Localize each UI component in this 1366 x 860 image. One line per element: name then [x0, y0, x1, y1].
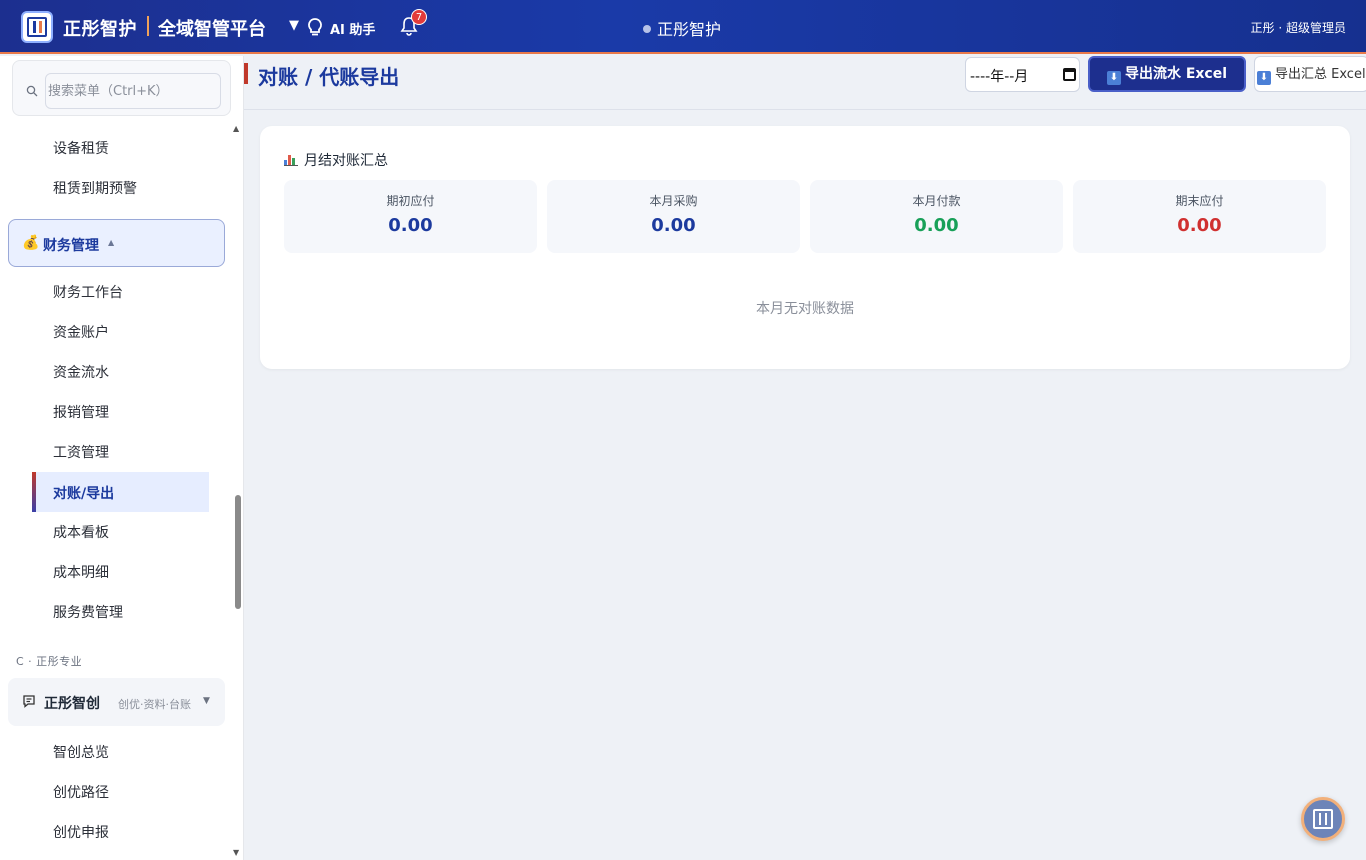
download-icon: ⬇ [1257, 71, 1271, 85]
brand-divider [147, 16, 149, 36]
center-title: 正彤智护 [657, 20, 722, 39]
chevron-down-icon[interactable]: ▼ [289, 18, 299, 33]
sidebar-item-service-fee[interactable]: 服务费管理 [53, 602, 123, 622]
platform-name: 全域智管平台 [158, 19, 266, 40]
sidebar-item-excellence-path[interactable]: 创优路径 [53, 782, 109, 802]
sidebar-item-fund-flow[interactable]: 资金流水 [53, 362, 109, 382]
brand-name: 正彤智护 [63, 19, 137, 40]
sidebar-group-zhichuang[interactable]: 正彤智创 创优·资料·台账 ▼ [8, 678, 225, 726]
sidebar-item-reimbursement[interactable]: 报销管理 [53, 402, 109, 422]
sidebar-group-zhichuang-label: 正彤智创 [44, 696, 100, 712]
notification-badge[interactable]: 7 [411, 9, 427, 25]
sidebar-item-rental-expiry-alert[interactable]: 租赁到期预警 [53, 178, 137, 198]
stat-value: 0.00 [914, 215, 959, 236]
section-label: C · 正彤专业 [16, 655, 83, 668]
sidebar-item-fund-accounts[interactable]: 资金账户 [53, 322, 109, 342]
sidebar-item-finance-workbench[interactable]: 财务工作台 [53, 282, 123, 302]
card-title: 月结对账汇总 [284, 150, 388, 170]
empty-state-text: 本月无对账数据 [756, 301, 854, 317]
sidebar-group-zhichuang-subtitle: 创优·资料·台账 [118, 698, 191, 711]
stat-value: 0.00 [1177, 215, 1222, 236]
sidebar-group-finance[interactable]: 💰 财务管理 ▲ [8, 219, 225, 267]
card-title-text: 月结对账汇总 [304, 153, 388, 169]
search-input[interactable] [45, 73, 221, 109]
sidebar-item-cost-details[interactable]: 成本明细 [53, 562, 109, 582]
lightbulb-icon[interactable] [305, 17, 325, 37]
export-summary-excel-label: 导出汇总 Excel [1275, 67, 1366, 82]
monthly-reconciliation-card: 月结对账汇总 期初应付 0.00 本月采购 0.00 本月付款 0.00 期末应… [260, 126, 1350, 369]
scrollbar-thumb[interactable] [235, 495, 241, 609]
sidebar-item-excellence-application[interactable]: 创优申报 [53, 822, 109, 842]
message-icon [23, 695, 35, 708]
export-flow-excel-label: 导出流水 Excel [1124, 66, 1228, 82]
scroll-up-arrow[interactable]: ▲ [233, 124, 239, 133]
month-picker-value: ----年--月 [970, 69, 1029, 85]
export-summary-excel-button[interactable]: ⬇ 导出汇总 Excel [1254, 56, 1366, 92]
sidebar-item-zc-overview[interactable]: 智创总览 [53, 742, 109, 762]
page-title: 对账 / 代账导出 [258, 65, 400, 89]
export-flow-excel-button[interactable]: ⬇ 导出流水 Excel [1088, 56, 1246, 92]
logo-icon [1313, 809, 1333, 829]
stat-value: 0.00 [651, 215, 696, 236]
status-dot [643, 25, 651, 33]
stat-label: 期末应付 [1175, 194, 1224, 208]
search-box [12, 60, 231, 116]
user-info[interactable]: 正彤 · 超级管理员 [1251, 19, 1346, 36]
stat-label: 本月采购 [649, 194, 698, 208]
chevron-up-icon: ▲ [108, 238, 115, 247]
stat-monthly-payment: 本月付款 0.00 [810, 180, 1063, 253]
floating-assistant-button[interactable] [1301, 797, 1345, 841]
money-bag-icon: 💰 [22, 235, 40, 251]
sidebar-group-finance-label: 财务管理 [43, 238, 99, 254]
sidebar: ▲ ▼ 设备租赁 租赁到期预警 💰 财务管理 ▲ 财务工作台 资金账户 资金流水… [0, 56, 244, 860]
bar-chart-icon [284, 154, 298, 166]
logo-icon[interactable] [21, 11, 53, 43]
stat-opening-payable: 期初应付 0.00 [284, 180, 537, 253]
stat-value: 0.00 [388, 215, 433, 236]
sidebar-item-reconciliation-export-label: 对账/导出 [53, 486, 115, 502]
search-icon [26, 85, 38, 97]
title-accent-bar [244, 63, 248, 84]
ai-assistant-button[interactable]: AI 助手 [330, 19, 375, 38]
chevron-down-icon: ▼ [203, 696, 210, 706]
month-picker[interactable]: ----年--月 [965, 57, 1080, 92]
stat-label: 期初应付 [386, 194, 435, 208]
top-bar: 正彤智护 全域智管平台 ▼ AI 助手 7 正彤智护 正彤 · 超级管理员 [0, 0, 1366, 54]
scroll-down-arrow[interactable]: ▼ [233, 848, 239, 857]
stat-closing-payable: 期末应付 0.00 [1073, 180, 1326, 253]
stat-monthly-purchase: 本月采购 0.00 [547, 180, 800, 253]
sidebar-item-equipment-rental[interactable]: 设备租赁 [53, 138, 109, 158]
active-indicator [32, 472, 36, 512]
calendar-icon[interactable] [1063, 68, 1076, 81]
stat-label: 本月付款 [912, 194, 961, 208]
download-icon: ⬇ [1106, 71, 1121, 85]
sidebar-item-cost-board[interactable]: 成本看板 [53, 522, 109, 542]
sidebar-item-payroll[interactable]: 工资管理 [53, 442, 109, 462]
